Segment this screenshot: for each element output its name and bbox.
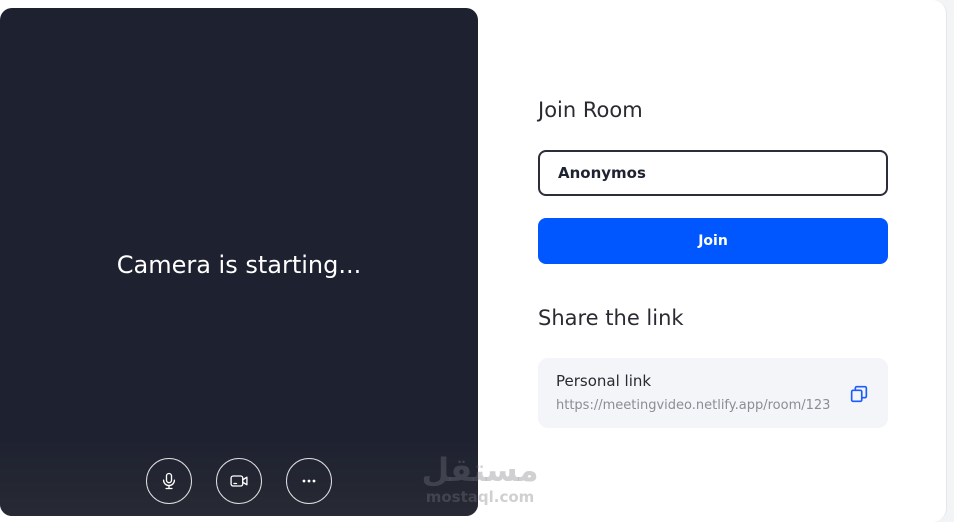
camera-button[interactable]	[216, 458, 262, 504]
join-room-card: Camera is starting... Join Room Anonymos…	[0, 0, 947, 522]
camera-status-text: Camera is starting...	[116, 251, 362, 279]
more-options-button[interactable]	[286, 458, 332, 504]
copy-link-button[interactable]	[848, 383, 870, 405]
name-input[interactable]	[538, 150, 888, 196]
microphone-button[interactable]	[146, 458, 192, 504]
video-controls	[0, 458, 478, 504]
personal-link-url[interactable]: https://meetingvideo.netlify.app/room/12…	[556, 398, 830, 413]
join-button[interactable]: Join	[538, 218, 888, 264]
more-horizontal-icon	[302, 479, 316, 483]
personal-link-box: Personal link https://meetingvideo.netli…	[538, 358, 888, 428]
join-room-title: Join Room	[538, 98, 643, 122]
share-link-title: Share the link	[538, 306, 684, 330]
microphone-icon	[162, 472, 176, 490]
video-preview: Camera is starting...	[0, 8, 478, 516]
copy-icon	[850, 385, 868, 403]
personal-link-label: Personal link	[556, 372, 652, 390]
video-camera-icon	[230, 475, 248, 487]
